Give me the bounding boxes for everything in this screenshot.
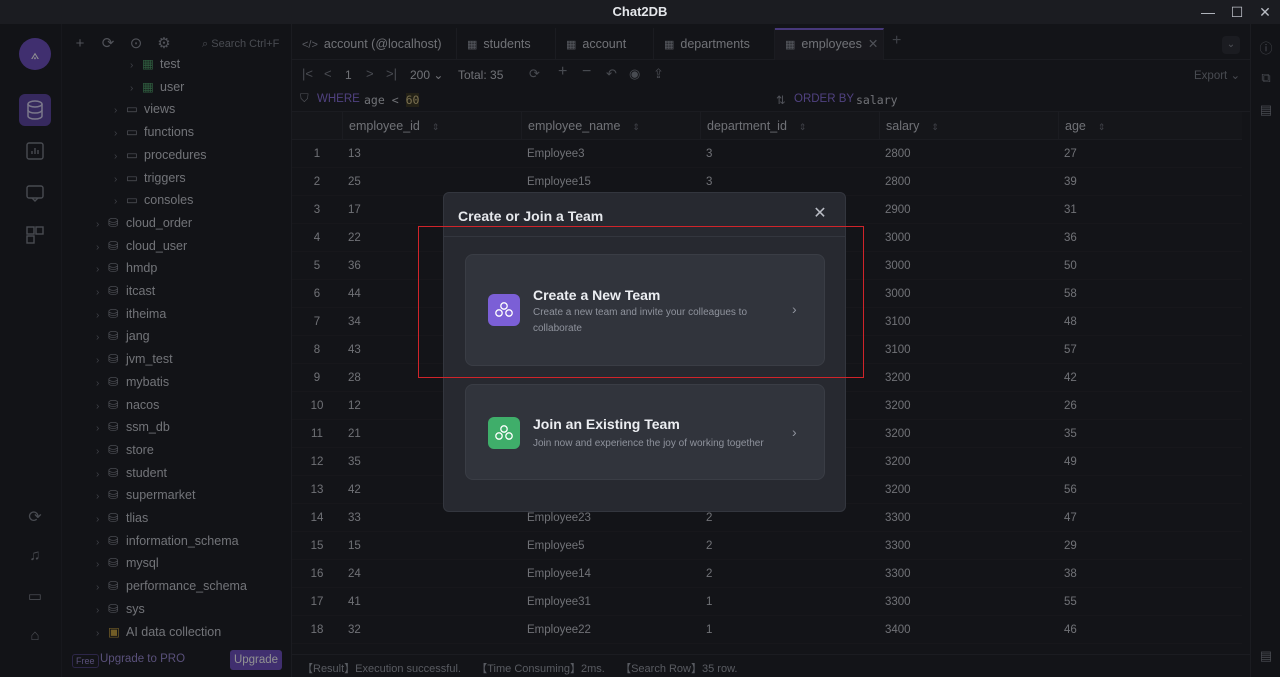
app-title: Chat2DB	[612, 4, 668, 19]
team-icon	[488, 417, 520, 449]
close-window-button[interactable]: ✕	[1256, 3, 1274, 21]
join-team-desc: Join now and experience the joy of worki…	[533, 438, 764, 449]
join-team-card[interactable]: Join an Existing Team Join now and exper…	[465, 384, 825, 480]
annotation-highlight-box	[418, 226, 864, 378]
join-team-title: Join an Existing Team	[533, 416, 680, 432]
title-bar: Chat2DB — ☐ ✕	[0, 0, 1280, 24]
minimize-button[interactable]: —	[1199, 3, 1217, 21]
chevron-right-icon: ›	[792, 424, 797, 440]
modal-title: Create or Join a Team	[458, 208, 604, 224]
close-icon[interactable]: ✕	[810, 204, 830, 224]
maximize-button[interactable]: ☐	[1228, 3, 1246, 21]
